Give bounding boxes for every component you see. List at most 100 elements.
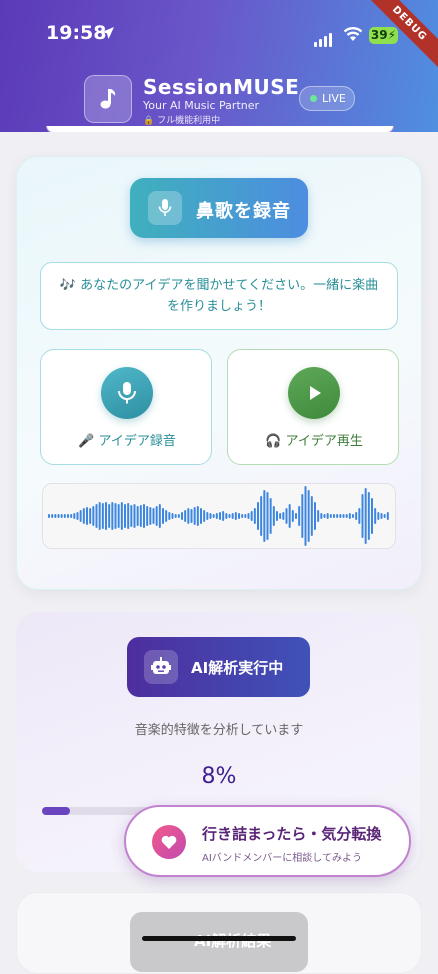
band-consult-button[interactable]: 行き詰まったら・気分転換 AIバンドメンバーに相談してみよう	[124, 805, 411, 877]
waveform-bar	[165, 510, 168, 522]
waveform-bar	[352, 514, 354, 518]
waveform-bar	[70, 514, 73, 518]
waveform-bar	[114, 503, 117, 529]
waveform-bar	[260, 496, 263, 536]
lock-icon: 🔒	[143, 116, 155, 126]
waveform-bar	[63, 514, 66, 518]
waveform-bar	[364, 488, 367, 544]
waveform-bar	[317, 510, 320, 522]
waveform-bar	[333, 514, 335, 518]
waveform-bar	[158, 504, 161, 528]
progress-percent: 8%	[201, 764, 237, 789]
app-subtitle: Your AI Music Partner	[143, 99, 260, 112]
waveform-bar	[92, 506, 95, 526]
ai-result-button[interactable]: AI解析結果	[130, 912, 308, 972]
waveform-bar	[105, 502, 107, 530]
waveform-bar	[196, 506, 199, 526]
waveform-bar	[184, 510, 187, 522]
waveform-display	[42, 483, 396, 549]
waveform-bar	[272, 506, 275, 526]
waveform-bar	[200, 508, 202, 524]
app-logo	[84, 75, 132, 123]
waveform-bar	[215, 513, 218, 519]
waveform-bar	[348, 513, 351, 519]
waveform-bar	[329, 514, 332, 518]
waveform-bar	[111, 502, 114, 530]
waveform-bar	[225, 513, 228, 519]
waveform-bar	[79, 510, 82, 522]
ai-analysis-button[interactable]: AI解析実行中	[127, 637, 310, 697]
waveform-bar	[193, 507, 196, 525]
band-consult-title: 行き詰まったら・気分転換	[202, 825, 382, 843]
waveform-bar	[57, 514, 60, 518]
previous-card-edge	[46, 126, 394, 132]
play-icon	[288, 367, 340, 419]
idea-play-label: 🎧 アイデア再生	[265, 434, 363, 449]
waveform-bar	[86, 507, 88, 525]
location-arrow-icon	[102, 27, 114, 39]
status-bar: 19:58 39⚡	[0, 22, 438, 50]
waveform-bar	[263, 490, 266, 542]
feature-status-text: フル機能利用中	[157, 116, 221, 126]
idea-record-button[interactable]: 🎤 アイデア録音	[40, 349, 212, 465]
waveform-bar	[174, 514, 177, 518]
waveform-bar	[120, 502, 123, 530]
waveform-bar	[298, 506, 301, 526]
waveform-bar	[203, 510, 206, 522]
waveform-bar	[250, 511, 253, 521]
waveform-bar	[124, 504, 126, 528]
status-time: 19:58	[46, 22, 107, 44]
waveform-bar	[241, 514, 244, 518]
hum-record-button[interactable]: 鼻歌を録音	[130, 178, 308, 238]
waveform-bar	[231, 513, 234, 519]
waveform-bar	[181, 512, 183, 520]
band-consult-subtitle: AIバンドメンバーに相談してみよう	[202, 853, 362, 864]
waveform-bar	[371, 498, 373, 534]
battery-indicator: 39⚡	[369, 27, 398, 44]
app-title: SessionMUSE	[143, 75, 300, 99]
waveform-bar	[285, 508, 288, 524]
waveform-bar	[383, 514, 386, 518]
prompt-message: 🎶 あなたのアイデアを聞かせてください。一緒に楽曲を作りましょう！	[40, 262, 398, 330]
heart-icon	[152, 825, 186, 859]
waveform-bar	[295, 513, 297, 519]
analysis-status: 音楽的特徴を分析しています	[134, 723, 304, 738]
waveform-bar	[60, 514, 63, 518]
waveform-bar	[155, 506, 158, 526]
waveform-bar	[152, 508, 155, 524]
waveform-bar	[279, 513, 282, 519]
home-indicator[interactable]	[142, 936, 296, 941]
idea-play-button[interactable]: 🎧 アイデア再生	[227, 349, 399, 465]
waveform-bar	[314, 502, 316, 530]
waveform-bar	[310, 496, 313, 536]
wifi-icon	[343, 27, 363, 41]
waveform-bar	[95, 504, 98, 528]
battery-level: 39	[370, 28, 388, 42]
waveform-bar	[269, 498, 272, 534]
waveform-bar	[98, 502, 101, 530]
waveform-bar	[209, 513, 212, 519]
waveform-bar	[212, 514, 215, 518]
waveform-bar	[380, 513, 383, 519]
waveform-bar	[168, 512, 171, 520]
waveform-bar	[358, 508, 361, 524]
waveform-bar	[48, 514, 50, 518]
waveform-bar	[276, 511, 278, 521]
microphone-icon	[148, 191, 182, 225]
waveform-bar	[323, 514, 326, 518]
waveform-bar	[130, 505, 133, 527]
idea-record-label: 🎤 アイデア録音	[78, 434, 176, 449]
waveform-bar	[171, 513, 174, 519]
waveform-bar	[76, 512, 79, 520]
cellular-signal-icon	[314, 28, 334, 47]
waveform-bar	[307, 490, 310, 542]
live-label: LIVE	[322, 92, 346, 105]
waveform-bar	[117, 504, 120, 528]
live-dot-icon	[310, 95, 317, 102]
waveform-bar	[336, 514, 339, 518]
robot-icon	[144, 650, 178, 684]
waveform-bar	[301, 494, 304, 538]
waveform-bar	[190, 509, 193, 523]
waveform-bar	[304, 486, 307, 546]
waveform-bar	[146, 506, 149, 526]
